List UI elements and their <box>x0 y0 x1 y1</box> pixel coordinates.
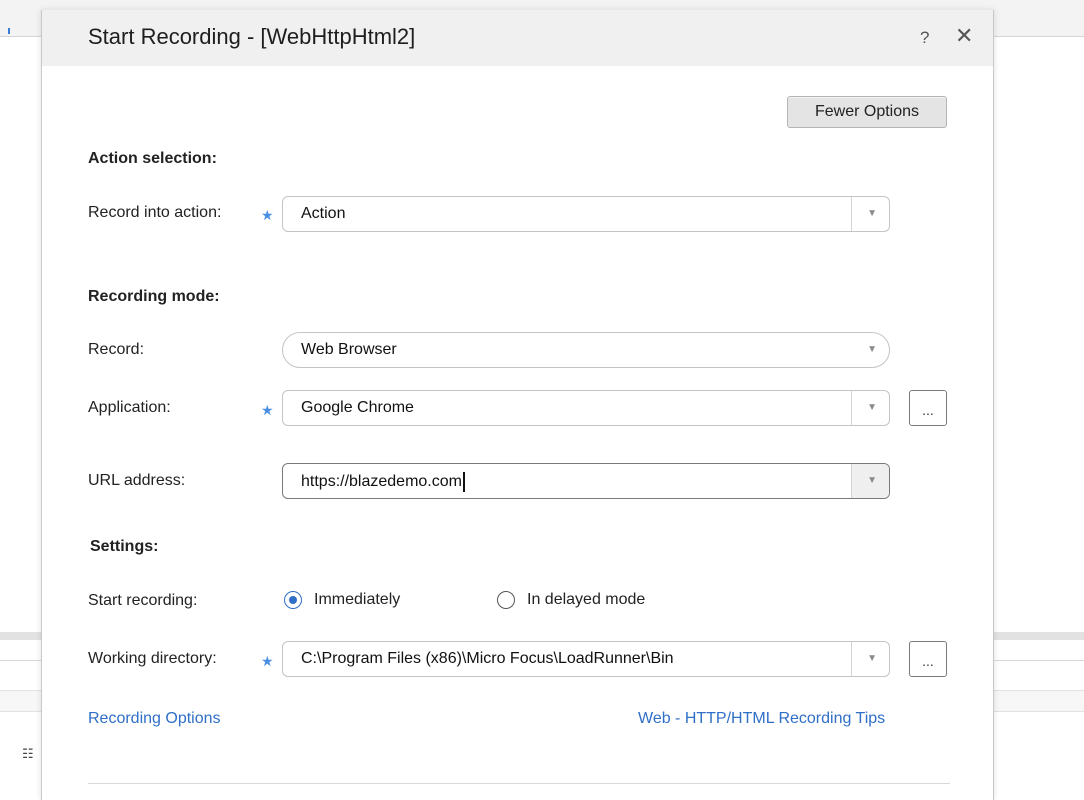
application-value: Google Chrome <box>301 399 414 416</box>
radio-delayed-label: In delayed mode <box>527 591 646 608</box>
working-directory-value: C:\Program Files (x86)\Micro Focus\LoadR… <box>301 650 674 667</box>
recording-tips-link[interactable]: Web - HTTP/HTML Recording Tips <box>638 710 885 728</box>
working-directory-label: Working directory: <box>88 650 217 667</box>
help-icon[interactable]: ? <box>920 28 929 48</box>
required-icon: ★ <box>261 402 274 418</box>
chevron-down-icon[interactable]: ▼ <box>867 475 877 486</box>
url-address-value[interactable]: https://blazedemo.com <box>301 472 465 492</box>
record-into-action-value: Action <box>301 205 346 222</box>
record-into-action-combo[interactable]: Action ▼ <box>282 196 890 232</box>
dialog-titlebar: Start Recording - [WebHttpHtml2] ? ✕ <box>42 10 993 66</box>
combo-separator <box>851 642 852 676</box>
combo-separator <box>851 391 852 425</box>
record-mode-select[interactable]: Web Browser ▼ <box>282 332 890 368</box>
action-selection-heading: Action selection: <box>88 150 217 167</box>
browse-directory-button[interactable]: ... <box>909 641 947 677</box>
url-address-combo[interactable]: https://blazedemo.com ▼ <box>282 463 890 499</box>
radio-unselected-icon[interactable] <box>497 591 515 609</box>
start-recording-dialog: Start Recording - [WebHttpHtml2] ? ✕ Few… <box>41 10 994 800</box>
start-recording-label: Start recording: <box>88 592 198 609</box>
chevron-down-icon[interactable]: ▼ <box>867 653 877 664</box>
recording-mode-heading: Recording mode: <box>88 288 220 305</box>
close-icon[interactable]: ✕ <box>955 24 973 48</box>
dialog-title: Start Recording - [WebHttpHtml2] <box>88 24 416 49</box>
radio-delayed-mode[interactable]: In delayed mode <box>497 591 645 609</box>
background-marker <box>8 28 10 34</box>
working-directory-combo[interactable]: C:\Program Files (x86)\Micro Focus\LoadR… <box>282 641 890 677</box>
chevron-down-icon[interactable]: ▼ <box>867 402 877 413</box>
recording-options-link[interactable]: Recording Options <box>88 710 221 728</box>
fewer-options-button[interactable]: Fewer Options <box>787 96 947 128</box>
text-caret <box>462 472 465 492</box>
combo-separator <box>851 197 852 231</box>
url-address-label: URL address: <box>88 472 186 489</box>
application-label: Application: <box>88 399 171 416</box>
record-into-action-label: Record into action: <box>88 204 222 221</box>
record-mode-value: Web Browser <box>301 341 397 358</box>
radio-immediately-label: Immediately <box>314 591 401 608</box>
background-list-icon[interactable]: ☷ <box>22 748 36 762</box>
required-icon: ★ <box>261 653 274 669</box>
required-icon: ★ <box>261 207 274 223</box>
chevron-down-icon[interactable]: ▼ <box>867 344 877 355</box>
radio-immediately[interactable]: Immediately <box>284 591 400 609</box>
browse-application-button[interactable]: ... <box>909 390 947 426</box>
radio-selected-icon[interactable] <box>284 591 302 609</box>
record-label: Record: <box>88 341 145 358</box>
footer-divider <box>88 783 950 784</box>
settings-heading: Settings: <box>90 538 159 555</box>
chevron-down-icon[interactable]: ▼ <box>867 208 877 219</box>
application-combo[interactable]: Google Chrome ▼ <box>282 390 890 426</box>
combo-separator <box>851 464 852 498</box>
